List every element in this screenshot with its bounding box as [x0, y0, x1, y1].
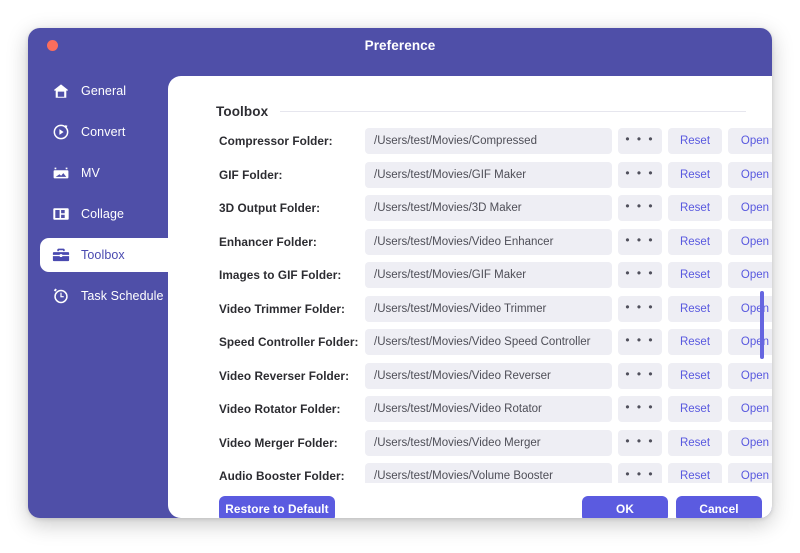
reset-button[interactable]: Reset — [668, 362, 722, 389]
folder-path-input[interactable]: /Users/test/Movies/Video Reverser — [365, 362, 612, 389]
row-label: 3D Output Folder: — [219, 201, 321, 215]
mv-icon — [52, 164, 70, 182]
section-divider — [280, 110, 746, 112]
reset-button[interactable]: Reset — [668, 195, 722, 221]
sidebar-item-collage[interactable]: Collage — [40, 197, 188, 231]
browse-button[interactable]: • • • — [618, 195, 662, 221]
open-button[interactable]: Open — [728, 295, 772, 322]
ok-button[interactable]: OK — [582, 496, 668, 518]
cancel-button[interactable]: Cancel — [676, 496, 762, 518]
browse-button[interactable]: • • • — [618, 128, 662, 154]
row-label: Video Rotator Folder: — [219, 402, 341, 416]
row-label: Images to GIF Folder: — [219, 268, 342, 282]
folder-path-input[interactable]: /Users/test/Movies/3D Maker — [365, 195, 612, 221]
settings-row: Video Reverser Folder: /Users/test/Movie… — [168, 362, 772, 389]
row-label: Video Merger Folder: — [219, 435, 338, 450]
sidebar-item-label: General — [81, 84, 127, 98]
settings-row: Images to GIF Folder: /Users/test/Movies… — [168, 262, 772, 288]
browse-button[interactable]: • • • — [618, 362, 662, 389]
open-button[interactable]: Open — [728, 396, 772, 422]
folder-path-input[interactable]: /Users/test/Movies/Video Rotator — [365, 396, 612, 422]
browse-button[interactable]: • • • — [618, 161, 662, 188]
section-title: Toolbox — [216, 103, 269, 119]
open-button[interactable]: Open — [728, 128, 772, 154]
section-header: Toolbox — [216, 101, 746, 121]
reset-button[interactable]: Reset — [668, 161, 722, 188]
restore-to-default-button[interactable]: Restore to Default — [219, 496, 335, 518]
settings-row: Speed Controller Folder: /Users/test/Mov… — [168, 329, 772, 355]
settings-row: Video Merger Folder: /Users/test/Movies/… — [168, 429, 772, 456]
dialog-footer: Restore to Default OK Cancel — [168, 484, 772, 518]
settings-row: 3D Output Folder: /Users/test/Movies/3D … — [168, 195, 772, 221]
reset-button[interactable]: Reset — [668, 429, 722, 456]
browse-button[interactable]: • • • — [618, 295, 662, 322]
reset-button[interactable]: Reset — [668, 463, 722, 483]
row-label: Video Reverser Folder: — [219, 368, 350, 383]
browse-button[interactable]: • • • — [618, 429, 662, 456]
folder-path-input[interactable]: /Users/test/Movies/Video Trimmer — [365, 295, 612, 322]
home-icon — [52, 82, 70, 100]
settings-row: Audio Booster Folder: /Users/test/Movies… — [168, 463, 772, 483]
browse-button[interactable]: • • • — [618, 463, 662, 483]
sidebar-item-mv[interactable]: MV — [40, 156, 188, 190]
collage-icon — [52, 205, 70, 223]
convert-icon — [52, 123, 70, 141]
reset-button[interactable]: Reset — [668, 396, 722, 422]
toolbox-icon — [52, 246, 70, 264]
window-title: Preference — [364, 38, 436, 53]
reset-button[interactable]: Reset — [668, 228, 722, 255]
open-button[interactable]: Open — [728, 262, 772, 288]
clock-icon — [52, 287, 70, 305]
folder-path-input[interactable]: /Users/test/Movies/GIF Maker — [365, 262, 612, 288]
row-label: Compressor Folder: — [219, 134, 333, 148]
folder-path-input[interactable]: /Users/test/Movies/Video Enhancer — [365, 228, 612, 255]
browse-button[interactable]: • • • — [618, 329, 662, 355]
folder-path-input[interactable]: /Users/test/Movies/Volume Booster — [365, 463, 612, 483]
browse-button[interactable]: • • • — [618, 228, 662, 255]
open-button[interactable]: Open — [728, 362, 772, 389]
open-button[interactable]: Open — [728, 195, 772, 221]
sidebar-item-label: MV — [81, 166, 100, 180]
sidebar-item-label: Convert — [81, 125, 126, 139]
row-label: Enhancer Folder: — [219, 234, 317, 249]
sidebar-item-label: Toolbox — [81, 248, 125, 262]
settings-row: Compressor Folder: /Users/test/Movies/Co… — [168, 128, 772, 154]
open-button[interactable]: Open — [728, 429, 772, 456]
row-label: Audio Booster Folder: — [219, 469, 345, 483]
sidebar-item-convert[interactable]: Convert — [40, 115, 188, 149]
open-button[interactable]: Open — [728, 228, 772, 255]
folder-path-input[interactable]: /Users/test/Movies/Video Merger — [365, 429, 612, 456]
reset-button[interactable]: Reset — [668, 295, 722, 322]
open-button[interactable]: Open — [728, 329, 772, 355]
row-label: Speed Controller Folder: — [219, 335, 359, 349]
browse-button[interactable]: • • • — [618, 396, 662, 422]
folder-path-input[interactable]: /Users/test/Movies/GIF Maker — [365, 161, 612, 188]
sidebar: General Convert MV Collage Toolbox Task … — [28, 64, 188, 518]
sidebar-item-task-schedule[interactable]: Task Schedule — [40, 279, 188, 313]
folder-path-input[interactable]: /Users/test/Movies/Compressed — [365, 128, 612, 154]
sidebar-item-toolbox[interactable]: Toolbox — [40, 238, 188, 272]
title-bar: Preference — [28, 28, 772, 64]
scrollbar-thumb[interactable] — [760, 291, 764, 359]
folder-settings-list: Compressor Folder: /Users/test/Movies/Co… — [168, 128, 772, 483]
row-label: GIF Folder: — [219, 167, 283, 182]
settings-row: Video Trimmer Folder: /Users/test/Movies… — [168, 295, 772, 322]
reset-button[interactable]: Reset — [668, 262, 722, 288]
preference-window: Preference General Convert MV Collage To… — [28, 28, 772, 518]
sidebar-item-general[interactable]: General — [40, 74, 188, 108]
open-button[interactable]: Open — [728, 161, 772, 188]
row-label: Video Trimmer Folder: — [219, 301, 346, 316]
reset-button[interactable]: Reset — [668, 329, 722, 355]
sidebar-item-label: Collage — [81, 207, 125, 221]
folder-path-input[interactable]: /Users/test/Movies/Video Speed Controlle… — [365, 329, 612, 355]
scrollbar-track[interactable] — [760, 128, 765, 483]
open-button[interactable]: Open — [728, 463, 772, 483]
sidebar-item-label: Task Schedule — [81, 289, 164, 303]
settings-row: Video Rotator Folder: /Users/test/Movies… — [168, 396, 772, 422]
settings-row: GIF Folder: /Users/test/Movies/GIF Maker… — [168, 161, 772, 188]
browse-button[interactable]: • • • — [618, 262, 662, 288]
content-panel: Toolbox Compressor Folder: /Users/test/M… — [168, 76, 772, 518]
settings-row: Enhancer Folder: /Users/test/Movies/Vide… — [168, 228, 772, 255]
reset-button[interactable]: Reset — [668, 128, 722, 154]
